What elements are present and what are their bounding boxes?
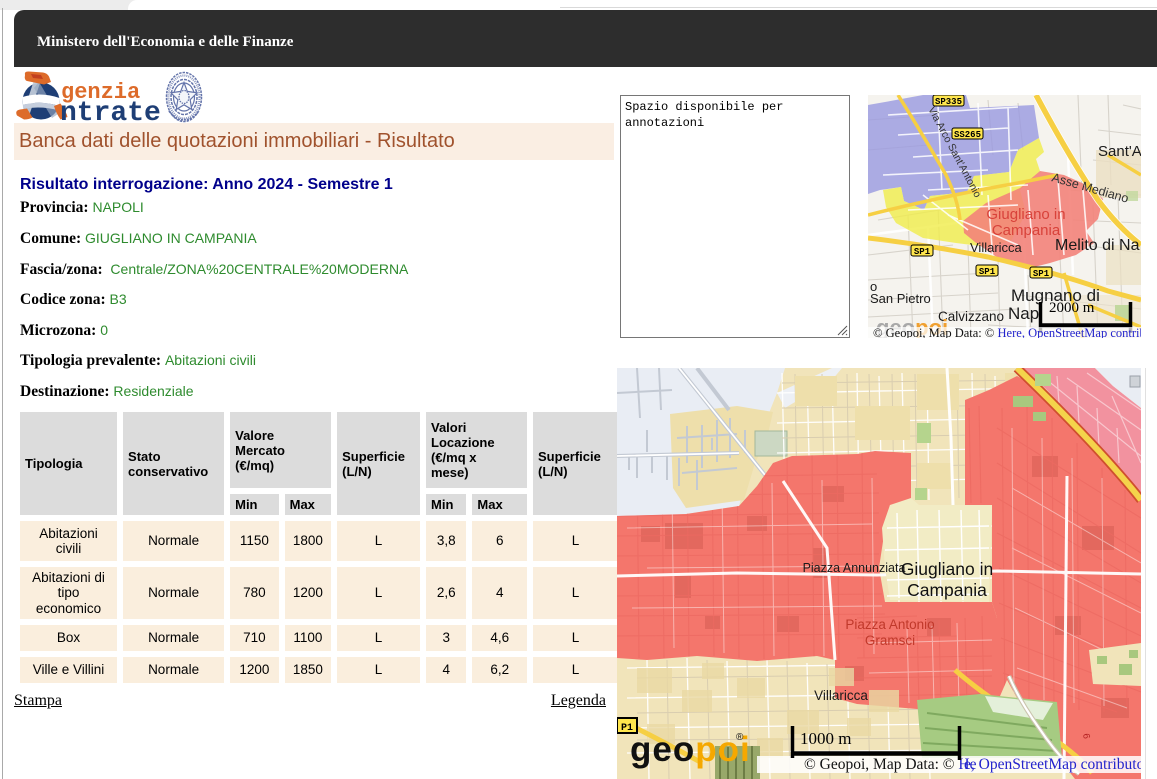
svg-text:Melito di Na: Melito di Na — [1055, 237, 1140, 254]
svg-text:Gramsci: Gramsci — [865, 633, 915, 648]
svg-text:© Geopoi, Map Data: © He: © Geopoi, Map Data: © He — [804, 756, 977, 773]
svg-text:Villaricca: Villaricca — [970, 240, 1023, 255]
svg-text:Piazza Antonio: Piazza Antonio — [845, 617, 934, 632]
svg-text:Piazza Annunziata: Piazza Annunziata — [803, 561, 906, 575]
svg-text:2000 m: 2000 m — [1049, 300, 1095, 316]
svg-text:SP1: SP1 — [1033, 269, 1050, 279]
svg-text:Campania: Campania — [907, 580, 987, 600]
svg-text:geopoi: geopoi — [630, 730, 751, 769]
svg-text:Sant'An: Sant'An — [1098, 143, 1141, 160]
svg-text:o: o — [870, 279, 877, 294]
svg-text:ntrate: ntrate — [60, 98, 161, 123]
svg-text:SP1: SP1 — [979, 267, 996, 277]
svg-text:Giugliano in: Giugliano in — [986, 206, 1065, 223]
svg-text:SP1: SP1 — [914, 247, 931, 257]
svg-text:1000 m: 1000 m — [800, 729, 851, 748]
svg-text:© Geopoi, Map Data: © Here, Op: © Geopoi, Map Data: © Here, OpenStreetMa… — [873, 326, 1141, 338]
svg-text:Campania: Campania — [992, 222, 1061, 239]
svg-text:SS265: SS265 — [954, 130, 981, 140]
svg-text:Giugliano in: Giugliano in — [901, 559, 993, 579]
svg-text:Villaricca: Villaricca — [814, 688, 868, 703]
svg-text:SP335: SP335 — [935, 97, 962, 107]
svg-text:®: ® — [736, 732, 744, 743]
svg-text:e, OpenStreetMap contributors: e, OpenStreetMap contributors — [964, 756, 1141, 773]
svg-text:San Pietro: San Pietro — [870, 291, 931, 306]
svg-text:Nap: Nap — [1008, 304, 1039, 323]
